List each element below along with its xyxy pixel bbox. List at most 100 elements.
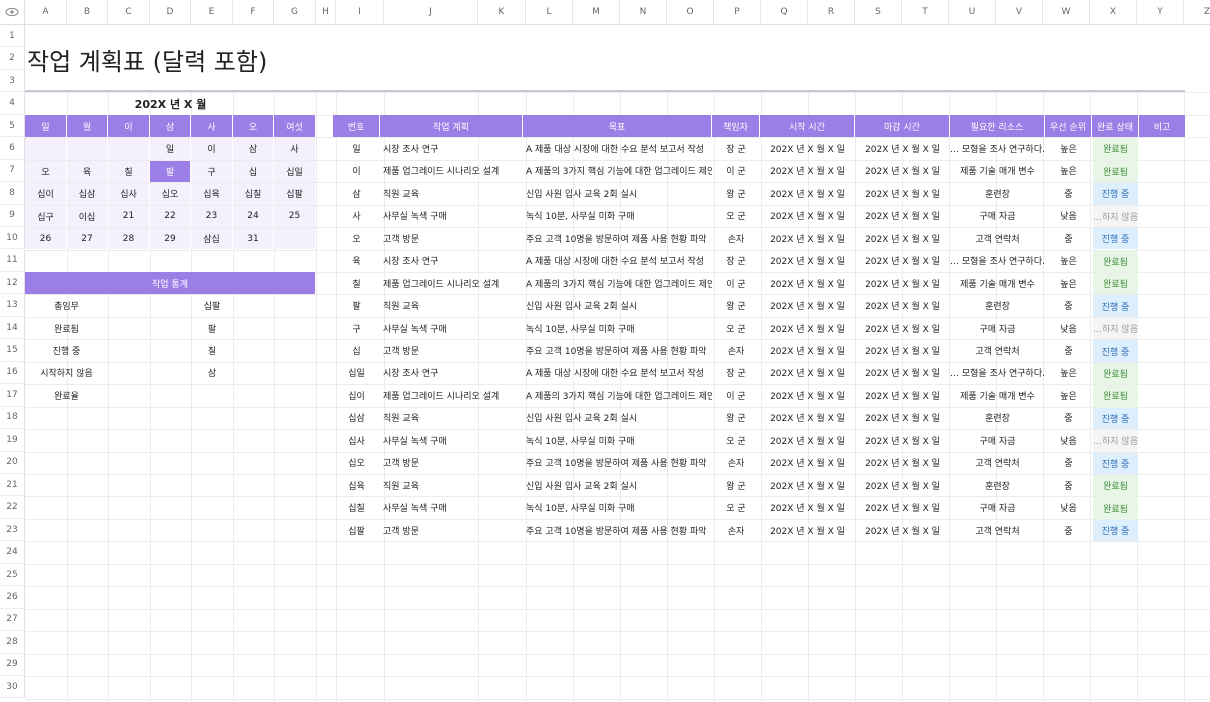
task-no-cell[interactable]: 십팔 xyxy=(333,519,380,541)
note-cell[interactable] xyxy=(1139,496,1186,518)
calendar-day[interactable]: 십사 xyxy=(108,183,149,205)
task-no-cell[interactable]: 구 xyxy=(333,317,380,339)
calendar-day[interactable]: 십오 xyxy=(150,183,190,205)
task-owner-cell[interactable]: 오 군 xyxy=(712,429,760,451)
column-header-a[interactable]: A xyxy=(25,0,67,25)
task-owner-cell[interactable]: 오 군 xyxy=(712,205,760,227)
task-end-cell[interactable]: 202X 년 X 월 X 일 xyxy=(855,474,950,496)
calendar-day[interactable] xyxy=(25,138,66,160)
column-header-h[interactable]: H xyxy=(316,0,336,25)
task-plan-cell[interactable]: 고객 방문 xyxy=(380,519,523,541)
task-plan-cell[interactable]: 시장 조사 연구 xyxy=(380,250,523,272)
task-pri-cell[interactable]: 높은 xyxy=(1045,272,1092,294)
task-res-cell[interactable]: 구매 자금 xyxy=(950,205,1045,227)
calendar-day[interactable]: 십구 xyxy=(25,205,66,228)
task-start-cell[interactable]: 202X 년 X 월 X 일 xyxy=(760,339,855,361)
task-pri-cell[interactable]: 중 xyxy=(1045,294,1092,316)
task-res-cell[interactable]: 고객 연락처 xyxy=(950,452,1045,474)
calendar-day[interactable]: 칠 xyxy=(108,160,149,183)
task-plan-cell[interactable]: 고객 방문 xyxy=(380,227,523,249)
task-start-cell[interactable]: 202X 년 X 월 X 일 xyxy=(760,362,855,384)
task-no-cell[interactable]: 오 xyxy=(333,227,380,249)
calendar-day[interactable]: 27 xyxy=(67,228,107,250)
task-no-cell[interactable]: 십칠 xyxy=(333,496,380,518)
task-pri-cell[interactable]: 낮음 xyxy=(1045,205,1092,227)
calendar-day[interactable]: 십팔 xyxy=(274,183,315,205)
task-goal-cell[interactable]: 녹식 10분, 사무실 미화 구매 xyxy=(523,317,712,339)
task-plan-cell[interactable]: 시장 조사 연구 xyxy=(380,362,523,384)
column-header-p[interactable]: P xyxy=(714,0,761,25)
status-badge[interactable]: 진행 중 xyxy=(1093,452,1138,474)
task-goal-cell[interactable]: 녹식 10분, 사무실 미화 구매 xyxy=(523,496,712,518)
note-cell[interactable] xyxy=(1139,407,1186,429)
task-no-cell[interactable]: 십육 xyxy=(333,474,380,496)
column-header-t[interactable]: T xyxy=(902,0,949,25)
task-end-cell[interactable]: 202X 년 X 월 X 일 xyxy=(855,272,950,294)
task-pri-cell[interactable]: 낮음 xyxy=(1045,317,1092,339)
task-start-cell[interactable]: 202X 년 X 월 X 일 xyxy=(760,452,855,474)
task-end-cell[interactable]: 202X 년 X 월 X 일 xyxy=(855,205,950,227)
task-goal-cell[interactable]: 주요 고객 10명을 방문하여 제품 사용 현황 파악 xyxy=(523,452,712,474)
task-start-cell[interactable]: 202X 년 X 월 X 일 xyxy=(760,496,855,518)
task-pri-cell[interactable]: 중 xyxy=(1045,452,1092,474)
status-badge[interactable]: 진행 중 xyxy=(1093,340,1138,362)
calendar-day[interactable]: 오 xyxy=(25,160,66,183)
task-pri-cell[interactable]: 중 xyxy=(1045,519,1092,541)
calendar-day[interactable] xyxy=(108,138,149,160)
row-header-11[interactable]: 11 xyxy=(0,249,25,272)
row-header-10[interactable]: 10 xyxy=(0,227,25,250)
task-owner-cell[interactable]: 왕 군 xyxy=(712,474,760,496)
note-cell[interactable] xyxy=(1139,452,1186,474)
task-plan-cell[interactable]: 시장 조사 연구 xyxy=(380,137,523,159)
task-end-cell[interactable]: 202X 년 X 월 X 일 xyxy=(855,294,950,316)
note-cell[interactable] xyxy=(1139,339,1186,361)
task-start-cell[interactable]: 202X 년 X 월 X 일 xyxy=(760,294,855,316)
row-header-2[interactable]: 2 xyxy=(0,47,25,70)
status-badge[interactable]: 진행 중 xyxy=(1093,407,1138,430)
task-no-cell[interactable]: 사 xyxy=(333,205,380,227)
task-owner-cell[interactable]: 왕 군 xyxy=(712,182,760,204)
task-no-cell[interactable]: 칠 xyxy=(333,272,380,294)
row-header-14[interactable]: 14 xyxy=(0,316,25,340)
row-header-15[interactable]: 15 xyxy=(0,339,25,362)
calendar-day[interactable]: 26 xyxy=(25,228,66,250)
task-plan-cell[interactable]: 직원 교육 xyxy=(380,294,523,316)
task-start-cell[interactable]: 202X 년 X 월 X 일 xyxy=(760,317,855,339)
task-owner-cell[interactable]: 장 군 xyxy=(712,137,760,159)
note-cell[interactable] xyxy=(1139,294,1186,316)
note-cell[interactable] xyxy=(1139,519,1186,541)
task-plan-cell[interactable]: 사무실 녹색 구매 xyxy=(380,496,523,518)
task-start-cell[interactable]: 202X 년 X 월 X 일 xyxy=(760,205,855,227)
calendar-day[interactable]: 28 xyxy=(108,228,149,250)
task-res-cell[interactable]: 고객 연락처 xyxy=(950,227,1045,249)
column-header-f[interactable]: F xyxy=(233,0,274,25)
calendar-day[interactable]: 십 xyxy=(233,160,273,183)
task-owner-cell[interactable]: 오 군 xyxy=(712,496,760,518)
task-goal-cell[interactable]: A 제품의 3가지 핵심 기능에 대한 업그레이드 제안 xyxy=(523,384,712,406)
task-end-cell[interactable]: 202X 년 X 월 X 일 xyxy=(855,429,950,451)
column-header-v[interactable]: V xyxy=(996,0,1043,25)
task-pri-cell[interactable]: 높은 xyxy=(1045,137,1092,159)
task-end-cell[interactable]: 202X 년 X 월 X 일 xyxy=(855,137,950,159)
row-header-6[interactable]: 6 xyxy=(0,137,25,160)
status-badge[interactable]: 진행 중 xyxy=(1093,519,1138,542)
status-badge[interactable]: 완료됨 xyxy=(1093,160,1138,183)
calendar-day[interactable] xyxy=(274,228,315,250)
task-pri-cell[interactable]: 높은 xyxy=(1045,160,1092,182)
calendar-day[interactable]: 사 xyxy=(274,138,315,160)
task-owner-cell[interactable]: 손자 xyxy=(712,227,760,249)
column-header-k[interactable]: K xyxy=(478,0,526,25)
row-header-5[interactable]: 5 xyxy=(0,114,25,138)
status-badge[interactable]: 완료됨 xyxy=(1093,475,1138,497)
task-goal-cell[interactable]: 신입 사원 입사 교육 2회 실시 xyxy=(523,407,712,429)
calendar-day[interactable] xyxy=(67,138,107,160)
task-plan-cell[interactable]: 직원 교육 xyxy=(380,474,523,496)
task-pri-cell[interactable]: 중 xyxy=(1045,474,1092,496)
calendar-day[interactable]: 29 xyxy=(150,228,190,250)
task-pri-cell[interactable]: 중 xyxy=(1045,407,1092,429)
calendar-day[interactable]: 23 xyxy=(191,205,232,228)
row-header-13[interactable]: 13 xyxy=(0,294,25,317)
task-res-cell[interactable]: 훈련장 xyxy=(950,407,1045,429)
task-plan-cell[interactable]: 직원 교육 xyxy=(380,182,523,204)
calendar-day[interactable]: 일 xyxy=(150,138,190,160)
